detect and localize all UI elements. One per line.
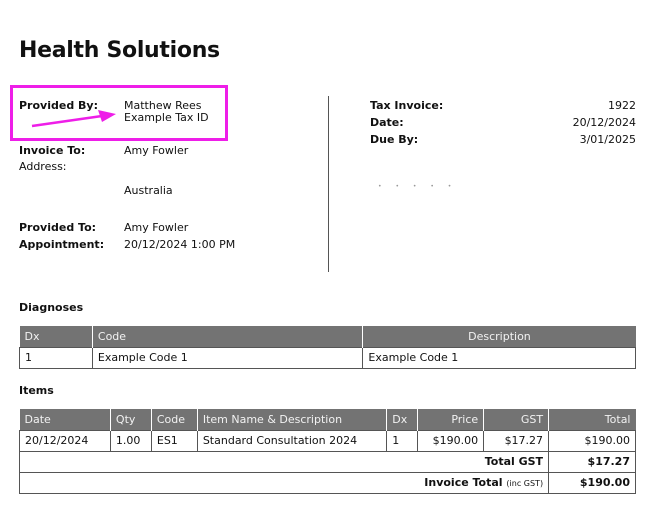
total-gst-row: Total GST $17.27 [18, 450, 636, 473]
col-header-description: Description [362, 326, 636, 347]
col-header-dx: Dx [19, 326, 93, 347]
cell-description: Example Code 1 [362, 346, 636, 369]
due-by-value: 3/01/2025 [579, 133, 636, 146]
cell-dx: 1 [386, 429, 419, 452]
diagnoses-header-row: Dx Code Description [19, 326, 636, 347]
cell-date: 20/12/2024 [19, 429, 111, 452]
cell-code: ES1 [150, 429, 198, 452]
invoice-to-name: Amy Fowler [124, 144, 189, 157]
cell-code: Example Code 1 [91, 346, 364, 369]
invoice-total-label-cell: Invoice Total (inc GST) [18, 471, 550, 494]
invoice-to-label: Invoice To: [19, 144, 86, 157]
col-header-price: Price [417, 409, 485, 430]
invoice-total-value: $190.00 [548, 471, 636, 494]
address-country: Australia [124, 184, 173, 197]
col-header-qty: Qty [110, 409, 152, 430]
appointment-value: 20/12/2024 1:00 PM [124, 238, 236, 251]
provided-to-name: Amy Fowler [124, 221, 189, 234]
col-header-gst: GST [483, 409, 550, 430]
cell-gst: $17.27 [483, 429, 550, 452]
due-by-label: Due By: [370, 133, 419, 146]
invoice-total-note: (inc GST) [506, 479, 544, 488]
invoice-total-label: Invoice Total [424, 476, 503, 489]
diagnoses-table: Dx Code Description 1 Example Code 1 Exa… [19, 326, 636, 369]
faint-artifact: • • • • • [378, 183, 458, 190]
col-header-dx: Dx [386, 409, 419, 430]
date-value: 20/12/2024 [572, 116, 636, 129]
total-gst-label: Total GST [18, 450, 550, 473]
col-header-total: Total [548, 409, 636, 430]
provided-to-label: Provided To: [19, 221, 97, 234]
col-header-item-name: Item Name & Description [197, 409, 388, 430]
business-name: Health Solutions [19, 38, 220, 63]
col-header-code: Code [151, 409, 198, 430]
col-header-code: Code [92, 326, 364, 347]
cell-dx: 1 [19, 346, 93, 369]
table-row: 1 Example Code 1 Example Code 1 [19, 346, 636, 369]
address-label: Address: [19, 160, 67, 173]
table-row: 20/12/2024 1.00 ES1 Standard Consultatio… [19, 429, 636, 452]
date-label: Date: [370, 116, 404, 129]
annotation-arrow-icon [31, 110, 116, 128]
cell-price: $190.00 [417, 429, 485, 452]
items-heading: Items [19, 384, 54, 397]
total-gst-value: $17.27 [548, 450, 636, 473]
tax-invoice-value: 1922 [608, 99, 636, 112]
invoice-total-row: Invoice Total (inc GST) $190.00 [18, 471, 636, 494]
cell-qty: 1.00 [109, 429, 152, 452]
cell-item-name: Standard Consultation 2024 [196, 429, 388, 452]
items-table: Date Qty Code Item Name & Description Dx… [18, 409, 636, 494]
tax-invoice-label: Tax Invoice: [370, 99, 444, 112]
diagnoses-heading: Diagnoses [19, 301, 84, 314]
cell-total: $190.00 [548, 429, 636, 452]
col-header-date: Date [19, 409, 111, 430]
appointment-label: Appointment: [19, 238, 105, 251]
column-divider [328, 96, 329, 272]
items-header-row: Date Qty Code Item Name & Description Dx… [19, 409, 636, 430]
